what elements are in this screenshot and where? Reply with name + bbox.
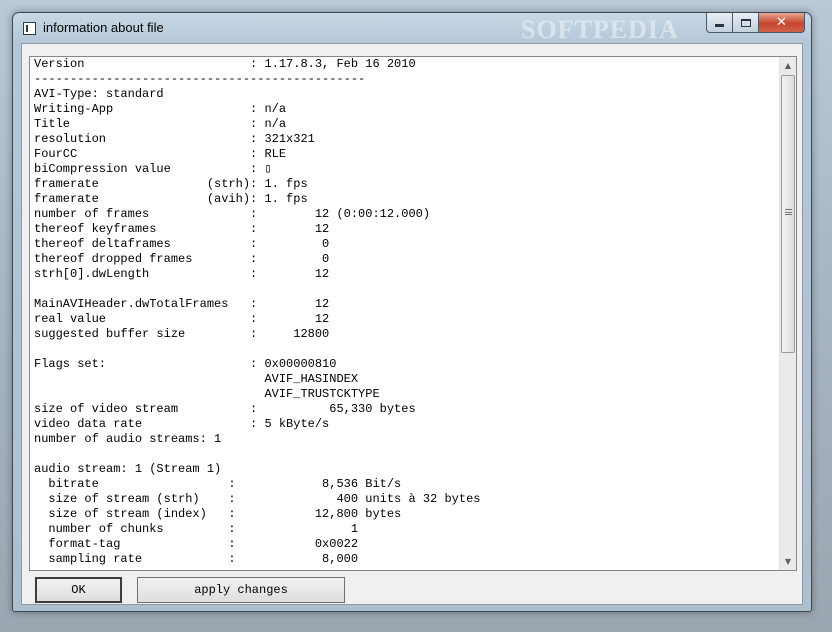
info-line: thereof keyframes : 12	[34, 222, 330, 236]
info-line: bitrate : 8,536 Bit/s	[34, 477, 402, 491]
maximize-button[interactable]	[733, 13, 759, 33]
info-line: size of stream (index) : 12,800 bytes	[34, 507, 402, 521]
scroll-down-icon[interactable]: ▼	[780, 553, 796, 570]
info-line: biCompression value : ▯	[34, 162, 272, 176]
info-line: framerate (avih): 1. fps	[34, 192, 308, 206]
info-line: resolution : 321x321	[34, 132, 315, 146]
info-line: AVIF_HASINDEX	[34, 372, 359, 386]
info-line: number of frames : 12 (0:00:12.000)	[34, 207, 431, 221]
info-line: number of audio streams: 1	[34, 432, 222, 446]
info-line: Version : 1.17.8.3, Feb 16 2010	[34, 57, 416, 71]
window-title: information about file	[43, 20, 164, 35]
info-line: ----------------------------------------…	[34, 72, 366, 86]
apply-changes-button[interactable]: apply changes	[137, 577, 345, 603]
info-line: framerate (strh): 1. fps	[34, 177, 308, 191]
file-info-text: Version : 1.17.8.3, Feb 16 2010 --------…	[34, 57, 774, 567]
info-line: size of stream (strh) : 400 units à 32 b…	[34, 492, 481, 506]
dialog-client-area: Version : 1.17.8.3, Feb 16 2010 --------…	[21, 43, 803, 605]
dialog-window: information about file SOFTPEDIA ✕ Versi…	[12, 12, 812, 612]
caption-buttons: ✕	[706, 13, 805, 33]
info-line: MainAVIHeader.dwTotalFrames : 12	[34, 297, 330, 311]
info-line: format-tag : 0x0022	[34, 537, 359, 551]
close-icon: ✕	[776, 15, 787, 30]
info-line: AVIF_TRUSTCKTYPE	[34, 387, 380, 401]
info-line: audio stream: 1 (Stream 1)	[34, 462, 222, 476]
close-button[interactable]: ✕	[759, 13, 805, 33]
info-line: Flags set: : 0x00000810	[34, 357, 337, 371]
info-line: number of chunks : 1	[34, 522, 359, 536]
info-line: AVI-Type: standard	[34, 87, 164, 101]
title-bar[interactable]: information about file SOFTPEDIA ✕	[13, 13, 811, 44]
file-info-textbox[interactable]: Version : 1.17.8.3, Feb 16 2010 --------…	[29, 56, 797, 571]
minimize-button[interactable]	[706, 13, 733, 33]
info-line: sampling rate : 8,000	[34, 552, 359, 566]
minimize-icon	[715, 24, 724, 27]
vertical-scrollbar[interactable]: ▲ ▼	[779, 57, 796, 570]
scroll-grip-icon	[785, 209, 792, 215]
info-line: Title : n/a	[34, 117, 287, 131]
maximize-icon	[740, 18, 751, 27]
scrollbar-thumb[interactable]	[781, 75, 795, 353]
watermark-text: SOFTPEDIA	[521, 15, 679, 44]
scroll-up-icon[interactable]: ▲	[780, 57, 796, 74]
info-line: Writing-App : n/a	[34, 102, 287, 116]
info-line: video data rate : 5 kByte/s	[34, 417, 330, 431]
info-line: thereof deltaframes : 0	[34, 237, 330, 251]
info-line: thereof dropped frames : 0	[34, 252, 330, 266]
info-line: size of video stream : 65,330 bytes	[34, 402, 416, 416]
ok-button[interactable]: OK	[35, 577, 122, 603]
info-line: suggested buffer size : 12800	[34, 327, 330, 341]
window-icon[interactable]	[23, 22, 36, 35]
info-line: real value : 12	[34, 312, 330, 326]
info-line: FourCC : RLE	[34, 147, 287, 161]
info-line: strh[0].dwLength : 12	[34, 267, 330, 281]
